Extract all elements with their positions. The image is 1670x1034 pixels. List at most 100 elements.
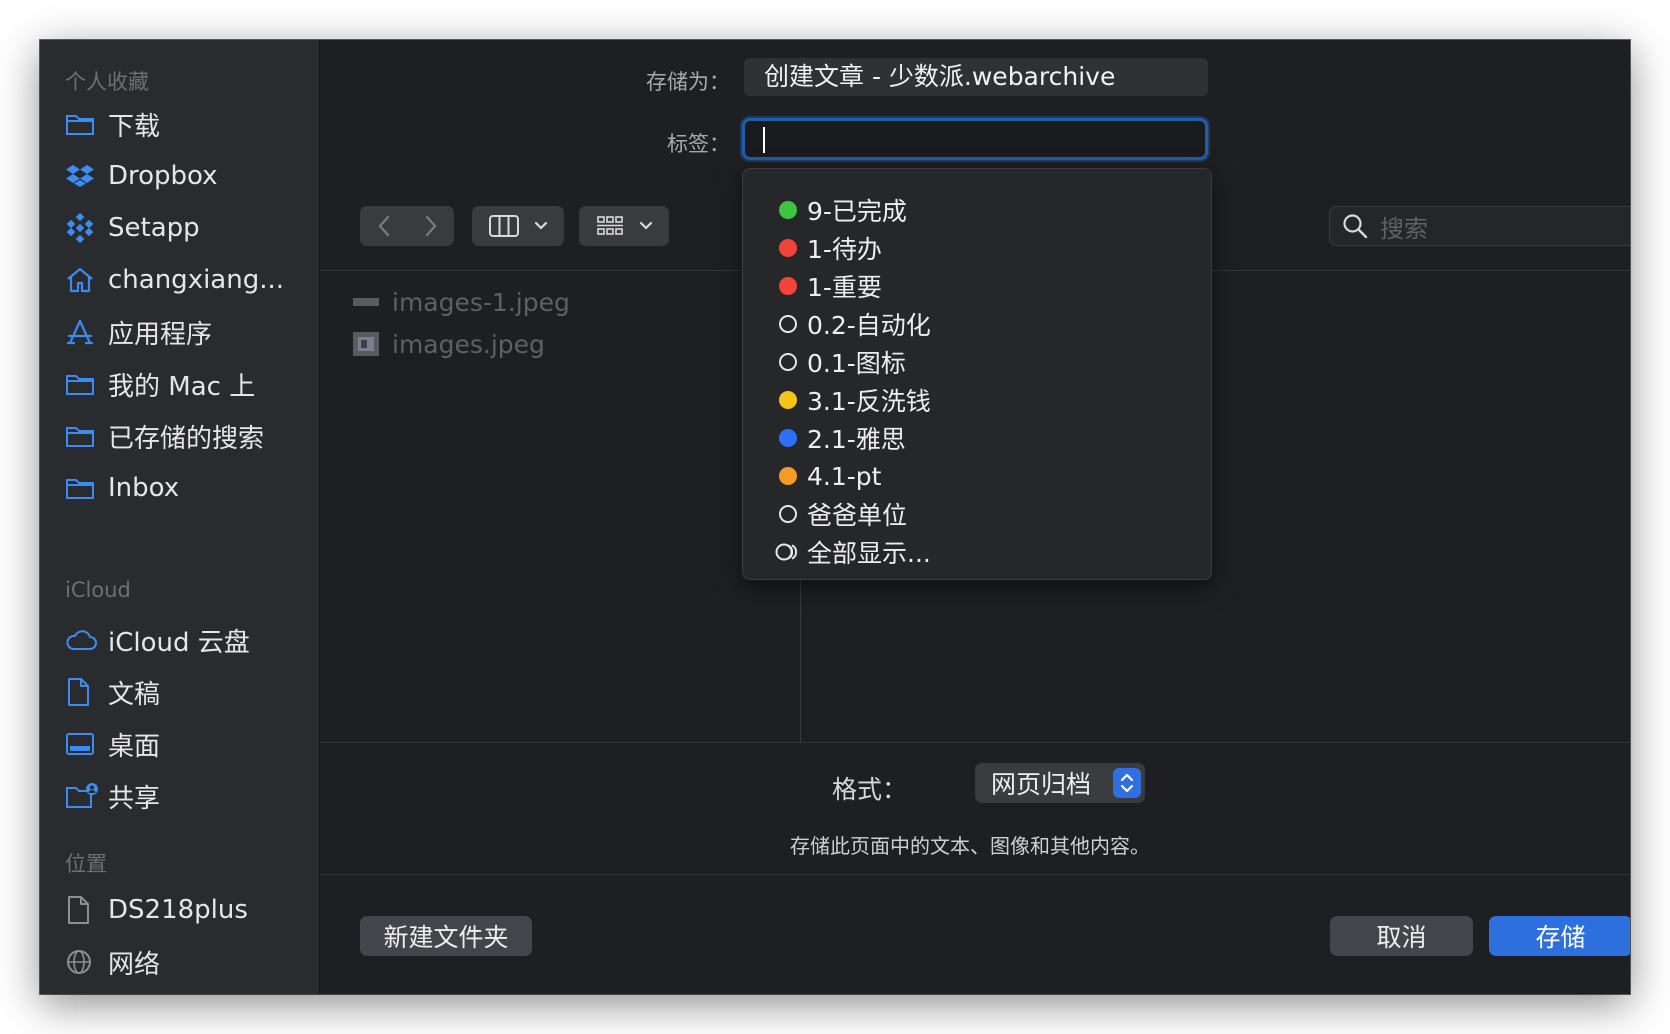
chevron-right-icon (425, 215, 436, 237)
new-folder-button[interactable]: 新建文件夹 (360, 916, 532, 956)
show-all-tags[interactable]: 全部显示... (775, 535, 931, 569)
sidebar-item-label: Inbox (108, 473, 180, 503)
tag-color-dot (779, 239, 797, 257)
tag-option-label: 1-待办 (807, 235, 882, 264)
file-item[interactable]: images.jpeg (352, 328, 545, 360)
sidebar-item-label: 我的 Mac 上 (108, 371, 256, 402)
save-button[interactable]: 存储 (1489, 916, 1630, 956)
section-header-icloud: iCloud (65, 578, 131, 602)
tag-option-label: 爸爸单位 (807, 501, 908, 530)
tag-option-label: 3.1-反洗钱 (807, 387, 931, 416)
sidebar-item-setapp[interactable]: Setapp (65, 206, 200, 250)
sidebar-item-label: Dropbox (108, 161, 218, 191)
tag-option[interactable]: 0.1-图标 (779, 345, 906, 379)
tags-label: 标签： (667, 132, 730, 156)
cloud-icon (65, 625, 99, 655)
sidebar-item-inbox[interactable]: Inbox (65, 466, 179, 510)
sidebar-item-label: changxiang... (108, 265, 285, 295)
setapp-icon (65, 213, 99, 243)
browser-divider (320, 742, 1630, 743)
folder-icon (65, 473, 99, 503)
sidebar-item-label: 应用程序 (108, 319, 213, 350)
forward-button[interactable] (407, 206, 454, 246)
sidebar-item-label: 共享 (108, 783, 161, 814)
main-panel: 存储为： 创建文章 - 少数派.webarchive 标签： 搜索 images… (320, 40, 1630, 994)
applications-icon (65, 317, 99, 347)
image-file-icon (353, 332, 379, 356)
chevron-down-icon (534, 221, 548, 230)
folder-icon (65, 109, 99, 139)
tag-color-dot (779, 201, 797, 219)
image-file-icon (353, 298, 379, 306)
sidebar-item-label: 网络 (108, 949, 161, 980)
format-description: 存储此页面中的文本、图像和其他内容。 (790, 834, 1150, 858)
tag-option[interactable]: 1-待办 (779, 231, 882, 265)
tag-option[interactable]: 9-已完成 (779, 193, 907, 227)
format-label: 格式： (832, 775, 908, 804)
sidebar-item-home[interactable]: changxiang... (65, 258, 284, 302)
tag-option-label: 全部显示... (807, 539, 931, 568)
tag-empty-dot (779, 505, 797, 523)
format-value: 网页归档 (991, 770, 1092, 799)
search-input[interactable]: 搜索 (1329, 206, 1630, 246)
folder-icon (65, 369, 99, 399)
dropbox-icon (65, 161, 99, 191)
file-item[interactable]: images-1.jpeg (352, 286, 570, 318)
tag-empty-dot (779, 315, 797, 333)
sidebar-item-shared[interactable]: 共享 (65, 774, 160, 818)
desktop-icon (65, 729, 99, 759)
sidebar-item-network[interactable]: 网络 (65, 940, 160, 984)
chevron-down-icon (639, 221, 653, 230)
sidebar-item-applications[interactable]: 应用程序 (65, 310, 212, 354)
tag-option[interactable]: 1-重要 (779, 269, 882, 303)
tag-color-dot (779, 467, 797, 485)
sidebar-item-ds218plus[interactable]: DS218plus (65, 888, 248, 932)
sidebar-item-documents[interactable]: 文稿 (65, 670, 160, 714)
back-button[interactable] (360, 206, 407, 246)
sidebar-item-label: DS218plus (108, 895, 248, 925)
cancel-button[interactable]: 取消 (1330, 916, 1473, 956)
footer-divider (320, 874, 1630, 875)
group-view-button[interactable] (579, 206, 669, 246)
sidebar-item-desktop[interactable]: 桌面 (65, 722, 160, 766)
text-caret (763, 127, 765, 153)
sidebar-item-label: 桌面 (108, 731, 161, 762)
tag-option-label: 0.2-自动化 (807, 311, 931, 340)
home-icon (65, 265, 99, 295)
tag-color-dot (779, 277, 797, 295)
sidebar-item-saved-searches[interactable]: 已存储的搜索 (65, 414, 264, 458)
network-icon (65, 947, 99, 977)
save-as-label: 存储为： (646, 70, 730, 94)
search-icon (1343, 214, 1368, 239)
sidebar-item-label: 文稿 (108, 679, 161, 710)
sidebar-item-label: 下载 (108, 111, 161, 142)
tag-option-label: 2.1-雅思 (807, 425, 906, 454)
tag-option[interactable]: 2.1-雅思 (779, 421, 906, 455)
tag-option-label: 4.1-pt (807, 461, 882, 491)
tag-option[interactable]: 3.1-反洗钱 (779, 383, 931, 417)
tag-empty-dot (779, 353, 797, 371)
sidebar-item-downloads[interactable]: 下载 (65, 102, 160, 146)
format-select[interactable]: 网页归档 (975, 763, 1145, 803)
tags-field[interactable] (742, 118, 1208, 160)
tag-option-label: 1-重要 (807, 273, 882, 302)
sidebar-item-on-my-mac[interactable]: 我的 Mac 上 (65, 362, 255, 406)
sidebar-item-label: 已存储的搜索 (108, 423, 265, 454)
document-icon (65, 677, 99, 707)
columns-icon (489, 215, 519, 237)
tag-color-dot (779, 391, 797, 409)
document-icon (65, 895, 99, 925)
file-name: images.jpeg (392, 329, 545, 359)
save-dialog: 个人收藏 下载 Dropbox Setapp changxiang... 应用程… (40, 40, 1630, 994)
save-as-field[interactable]: 创建文章 - 少数派.webarchive (744, 58, 1208, 96)
tag-option[interactable]: 0.2-自动化 (779, 307, 931, 341)
column-view-button[interactable] (472, 206, 564, 246)
navigation-buttons (360, 206, 454, 246)
chevron-left-icon (378, 215, 389, 237)
tag-option-label: 9-已完成 (807, 197, 907, 226)
tag-option[interactable]: 4.1-pt (779, 459, 881, 493)
sidebar-item-icloud-drive[interactable]: iCloud 云盘 (65, 618, 250, 662)
tag-option[interactable]: 爸爸单位 (779, 497, 907, 531)
sidebar-item-dropbox[interactable]: Dropbox (65, 154, 218, 198)
shared-folder-icon (65, 781, 99, 811)
